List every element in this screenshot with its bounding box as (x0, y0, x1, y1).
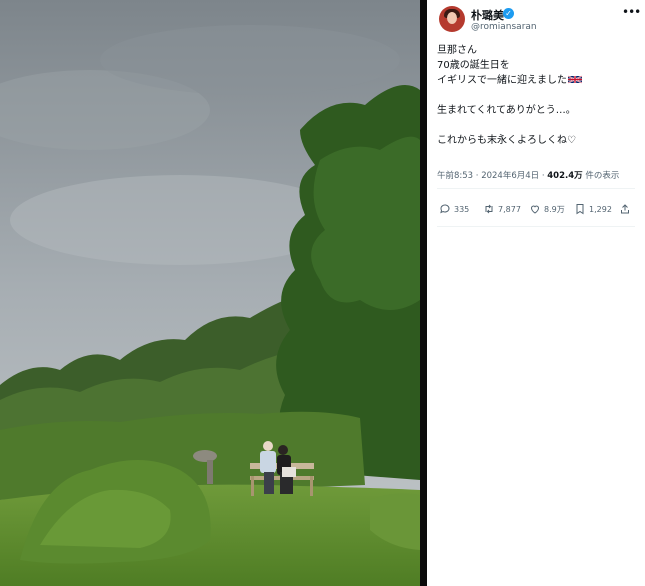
like-button[interactable]: 8.9万 (529, 203, 565, 215)
tweet-panel: 朴璐美 ✓ @romiansaran ••• 旦那さん 70歳の誕生日を イギリ… (427, 0, 645, 586)
bookmark-button[interactable]: 1,292 (574, 203, 612, 215)
tweet-date[interactable]: 2024年6月4日 (481, 171, 539, 181)
share-button[interactable] (619, 203, 634, 215)
bookmark-count: 1,292 (589, 204, 612, 214)
tweet-line: イギリスで一緒に迎えました (437, 75, 567, 86)
tweet-line: これからも末永くよろしくね♡ (437, 135, 576, 146)
reply-button[interactable]: 335 (439, 203, 469, 215)
tweet-line: 旦那さん (437, 45, 477, 56)
reply-icon (440, 204, 450, 214)
tweet-time[interactable]: 午前8:53 (437, 171, 473, 181)
tweet-meta: 午前8:53 · 2024年6月4日 · 402.4万 件の表示 (437, 169, 619, 181)
avatar-face (447, 12, 457, 24)
tweet-line-with-flag: イギリスで一緒に迎えました (437, 73, 642, 88)
divider-line (437, 188, 635, 189)
verified-badge-icon: ✓ (503, 8, 514, 19)
avatar[interactable] (439, 6, 465, 32)
share-icon (621, 204, 629, 214)
handle[interactable]: @romiansaran (471, 22, 537, 32)
display-name[interactable]: 朴璐美 (471, 7, 504, 23)
retweet-count: 7,877 (498, 204, 521, 214)
view-count: 402.4万 (547, 171, 583, 181)
meta-separator: · (475, 171, 479, 181)
like-count: 8.9万 (544, 204, 565, 214)
retweet-button[interactable]: 7,877 (483, 203, 521, 215)
tweet-photo[interactable] (0, 0, 420, 586)
heart-icon (530, 205, 540, 214)
view-count-suffix: 件の表示 (585, 171, 620, 181)
retweet-icon (485, 204, 493, 214)
tweet-line: 生まれてくれてありがとう…。 (437, 105, 576, 116)
meta-separator: · (541, 171, 545, 181)
more-options-icon[interactable]: ••• (622, 5, 641, 19)
tweet-text: 旦那さん 70歳の誕生日を イギリスで一緒に迎えました 生まれてくれてありがとう… (437, 43, 642, 148)
garden-photo (0, 0, 420, 586)
uk-flag-icon (568, 75, 582, 84)
tweet-line: 70歳の誕生日を (437, 60, 510, 71)
divider-line (437, 226, 635, 227)
panel-divider (420, 0, 427, 586)
bookmark-icon (576, 204, 584, 215)
reply-count: 335 (454, 204, 470, 214)
